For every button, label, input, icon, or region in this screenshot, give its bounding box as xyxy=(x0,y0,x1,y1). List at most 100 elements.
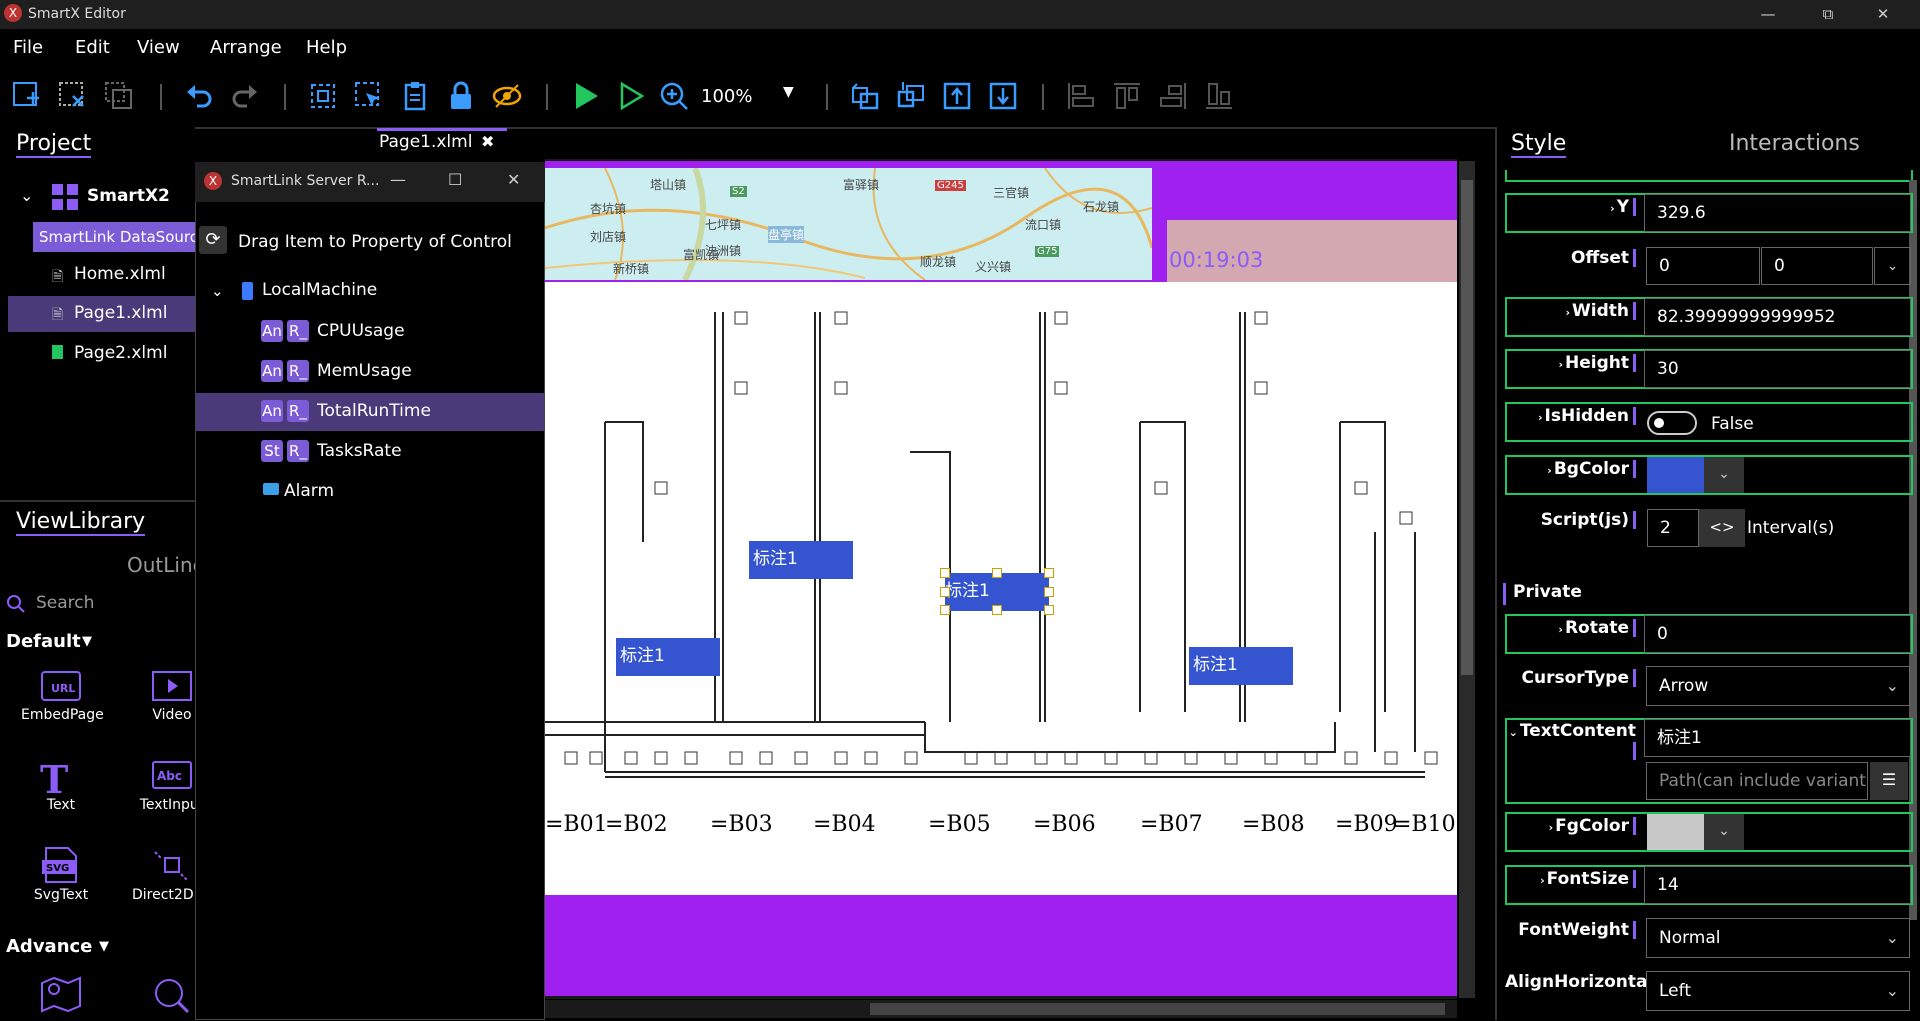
textcontent-input[interactable]: 标注1 xyxy=(1644,719,1911,757)
viewlibrary-title[interactable]: ViewLibrary xyxy=(16,509,146,536)
cursortype-dropdown[interactable]: Arrow ⌄ xyxy=(1646,666,1910,706)
annotation-label[interactable]: 标注1 xyxy=(616,638,720,676)
restore-button[interactable]: ⧉ xyxy=(1805,0,1851,29)
textcontent-path-input[interactable]: Path(can include variants) xyxy=(1646,762,1868,800)
bring-forward-icon[interactable] xyxy=(847,78,883,114)
resize-handle[interactable] xyxy=(940,587,950,597)
chevron-down-icon[interactable]: ⌄ xyxy=(1704,814,1744,850)
project-root[interactable]: SmartX2 xyxy=(87,186,170,206)
item-label[interactable]: TotalRunTime xyxy=(317,401,431,421)
y-input[interactable]: 329.6 xyxy=(1644,194,1911,232)
item-label[interactable]: TasksRate xyxy=(317,441,402,461)
zoom-dropdown-icon[interactable]: ▼ xyxy=(783,84,794,100)
bring-to-front-icon[interactable] xyxy=(939,78,975,114)
item-cpuusage[interactable]: An R_ xyxy=(261,320,313,342)
preview-icon[interactable] xyxy=(613,78,649,114)
clipboard-icon[interactable] xyxy=(397,78,433,114)
advance-group[interactable]: Advance xyxy=(6,936,92,957)
send-to-back-icon[interactable] xyxy=(985,78,1021,114)
menu-arrange[interactable]: Arrange xyxy=(210,37,282,58)
minimize-button[interactable]: — xyxy=(390,170,406,189)
close-button[interactable]: ✕ xyxy=(1860,0,1906,29)
resize-handle[interactable] xyxy=(992,568,1002,578)
lib-embedpage[interactable]: EmbedPage xyxy=(21,707,104,723)
menu-view[interactable]: View xyxy=(137,37,180,58)
chevron-down-icon[interactable]: ▼ xyxy=(99,939,109,954)
chevron-down-icon[interactable]: ▼ xyxy=(82,634,92,649)
tab-style[interactable]: Style xyxy=(1511,131,1567,158)
file-page1[interactable]: Page1.xlml xyxy=(74,303,167,323)
default-group[interactable]: Default xyxy=(6,631,81,652)
zoom-icon[interactable] xyxy=(656,78,692,114)
chevron-down-icon[interactable]: ⌄ xyxy=(1874,247,1911,285)
offset-y-input[interactable]: 0 xyxy=(1761,247,1873,285)
project-panel-title[interactable]: Project xyxy=(16,131,92,158)
run-icon[interactable] xyxy=(567,78,603,114)
resize-handle[interactable] xyxy=(1044,568,1054,578)
outline-tab[interactable]: OutLine xyxy=(127,553,205,577)
select-area-icon[interactable] xyxy=(305,78,341,114)
refresh-icon[interactable]: ⟳ xyxy=(199,226,227,254)
item-tasksrate[interactable]: St R_ xyxy=(261,440,313,462)
fontweight-dropdown[interactable]: Normal ⌄ xyxy=(1646,918,1910,958)
search-input[interactable]: Search xyxy=(36,593,94,613)
lib-text[interactable]: Text xyxy=(21,797,101,813)
scrollbar-thumb[interactable] xyxy=(1461,180,1473,675)
item-totalruntime[interactable]: An R_ xyxy=(261,400,313,422)
bgcolor-swatch[interactable] xyxy=(1647,457,1704,493)
width-input[interactable]: 82.39999999999952 xyxy=(1644,298,1911,336)
file-home[interactable]: Home.xlml xyxy=(74,264,166,284)
item-label[interactable]: MemUsage xyxy=(317,361,412,381)
height-input[interactable]: 30 xyxy=(1644,350,1911,388)
folder-label[interactable]: Alarm xyxy=(284,481,334,501)
item-label[interactable]: CPUUsage xyxy=(317,321,405,341)
item-memusage[interactable]: An R_ xyxy=(261,360,313,382)
list-icon[interactable]: ☰ xyxy=(1870,762,1908,800)
close-tab-icon[interactable]: ✖ xyxy=(481,132,494,151)
lib-svgtext[interactable]: SvgText xyxy=(21,887,101,903)
scrollbar-thumb[interactable] xyxy=(870,1003,1445,1015)
machine-label[interactable]: LocalMachine xyxy=(262,280,377,300)
fontsize-input[interactable]: 14 xyxy=(1644,866,1911,904)
annotation-label[interactable]: 标注1 xyxy=(1189,647,1293,685)
rotate-input[interactable]: 0 xyxy=(1644,615,1911,653)
chevron-down-icon[interactable]: ⌄ xyxy=(20,186,33,205)
align-bottom-icon[interactable] xyxy=(1201,78,1237,114)
duplicate-icon[interactable] xyxy=(101,78,137,114)
zoom-level[interactable]: 100% xyxy=(701,86,752,107)
offset-x-input[interactable]: 0 xyxy=(1646,247,1760,285)
resize-handle[interactable] xyxy=(940,605,950,615)
chevron-down-icon[interactable]: ⌄ xyxy=(211,282,224,300)
new-page-icon[interactable] xyxy=(9,78,45,114)
align-top-icon[interactable] xyxy=(1109,78,1145,114)
align-right-icon[interactable] xyxy=(1155,78,1191,114)
tab-interactions[interactable]: Interactions xyxy=(1729,131,1860,156)
menu-edit[interactable]: Edit xyxy=(75,37,110,58)
align-left-icon[interactable] xyxy=(1063,78,1099,114)
send-backward-icon[interactable] xyxy=(893,78,929,114)
resize-handle[interactable] xyxy=(1044,605,1054,615)
minimize-button[interactable]: — xyxy=(1745,0,1791,29)
file-page2[interactable]: Page2.xlml xyxy=(74,343,167,363)
script-interval-input[interactable]: 2 xyxy=(1647,509,1699,547)
maximize-button[interactable]: ☐ xyxy=(448,170,462,189)
pointer-select-icon[interactable] xyxy=(351,78,387,114)
alignh-dropdown[interactable]: Left ⌄ xyxy=(1646,971,1910,1011)
fgcolor-swatch[interactable] xyxy=(1647,814,1704,850)
resize-handle[interactable] xyxy=(992,605,1002,615)
resize-handle[interactable] xyxy=(940,568,950,578)
delete-page-icon[interactable] xyxy=(55,78,91,114)
menu-help[interactable]: Help xyxy=(306,37,347,58)
annotation-label[interactable]: 标注1 xyxy=(749,541,853,579)
resize-handle[interactable] xyxy=(1044,587,1054,597)
visibility-icon[interactable] xyxy=(489,78,525,114)
ishidden-toggle[interactable] xyxy=(1647,411,1697,435)
redo-icon[interactable] xyxy=(227,78,263,114)
menu-file[interactable]: File xyxy=(13,37,43,58)
undo-icon[interactable] xyxy=(181,78,217,114)
close-button[interactable]: ✕ xyxy=(507,170,520,189)
properties-scrollbar[interactable] xyxy=(1909,180,1917,920)
chevron-down-icon[interactable]: ⌄ xyxy=(1704,457,1744,493)
map-widget[interactable]: 塔山镇 富驿镇 三官镇 石龙镇 七坪镇 流口镇 盘亭镇 新桥镇 富凯镇 顺龙镇 … xyxy=(545,168,1152,280)
script-edit-button[interactable]: <> xyxy=(1699,509,1745,547)
